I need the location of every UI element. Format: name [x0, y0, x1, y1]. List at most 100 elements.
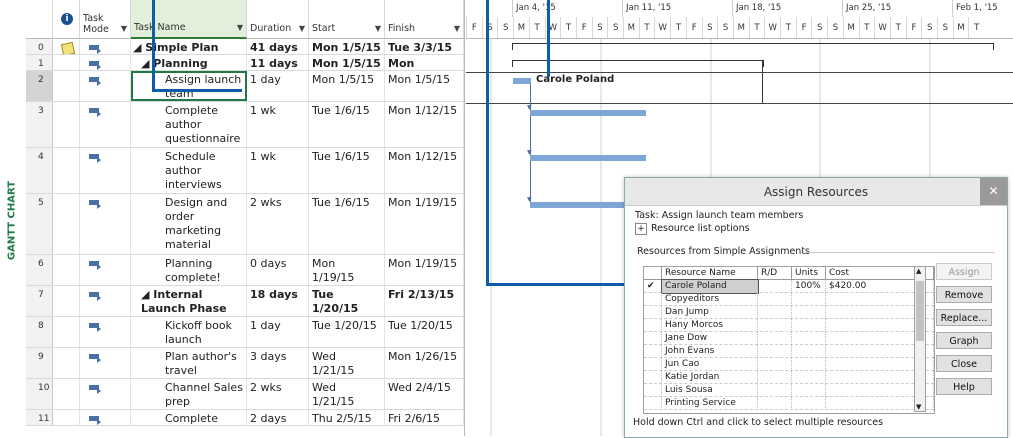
resource-check-cell[interactable] [644, 306, 662, 319]
rd-header[interactable]: R/D [758, 267, 792, 280]
task-mode-cell[interactable] [80, 71, 131, 101]
cell-name[interactable]: Channel Sales prep [131, 379, 247, 409]
select-all-corner[interactable] [26, 0, 53, 39]
task-mode-header[interactable]: Task Mode ▼ [80, 0, 131, 39]
task-mode-cell[interactable] [80, 410, 131, 425]
table-row[interactable]: 10 Channel Sales prep 2 wks Wed 1/21/15 Wed … [26, 379, 464, 410]
chevron-down-icon[interactable]: ▼ [299, 24, 305, 33]
resource-rd-cell[interactable] [758, 306, 792, 319]
task-bar-marketing[interactable] [530, 202, 630, 208]
note-icon[interactable] [60, 41, 76, 54]
cell-duration[interactable]: 2 wks [247, 194, 309, 254]
cell-start[interactable]: Tue 1/6/15 [309, 148, 385, 193]
task-mode-cell[interactable] [80, 39, 131, 54]
task-mode-cell[interactable] [80, 55, 131, 70]
task-mode-cell[interactable] [80, 317, 131, 347]
chevron-down-icon[interactable]: ▼ [121, 24, 127, 33]
resource-name-cell[interactable]: Copyeditors [662, 293, 758, 306]
close-icon[interactable]: ✕ [980, 178, 1007, 205]
resource-list-options[interactable]: Resource list options [651, 223, 750, 234]
resource-row[interactable]: Jun Cao [644, 358, 934, 371]
resource-name-cell[interactable]: Luis Sousa [662, 384, 758, 397]
cell-start[interactable]: Mon 1/5/15 [309, 55, 385, 70]
resource-name-cell[interactable]: Hany Morcos [662, 319, 758, 332]
resource-check-cell[interactable] [644, 371, 662, 384]
resource-rd-cell[interactable] [758, 397, 792, 410]
resource-table[interactable]: Resource Name R/D Units Cost ✔ Carole Pol… [643, 266, 935, 414]
resource-rd-cell[interactable] [758, 345, 792, 358]
row-number[interactable]: 5 [26, 194, 53, 254]
expand-icon[interactable]: + [635, 223, 647, 235]
start-header[interactable]: Start ▼ [309, 0, 385, 39]
cell-finish[interactable]: Tue 3/3/15 [385, 39, 464, 54]
resource-name-cell[interactable]: John Evans [662, 345, 758, 358]
cell-finish[interactable]: Mon 1/26/15 [385, 348, 464, 378]
chevron-down-icon[interactable]: ▼ [916, 403, 921, 411]
resource-units-cell[interactable]: 100% [792, 280, 826, 293]
resource-rd-cell[interactable] [758, 358, 792, 371]
resource-check-cell[interactable] [644, 397, 662, 410]
indicator-cell[interactable] [53, 39, 80, 54]
resource-row[interactable]: Printing Service [644, 397, 934, 410]
indicator-cell[interactable] [53, 410, 80, 425]
finish-header[interactable]: Finish ▼ [385, 0, 464, 39]
cell-name[interactable]: Design and order marketing material [131, 194, 247, 254]
graph-button[interactable]: Graph [936, 332, 992, 349]
table-row[interactable]: 4 Schedule author interviews 1 wk Tue 1/6/1… [26, 148, 464, 194]
indicators-header[interactable]: i [53, 0, 80, 39]
cell-name[interactable]: Complete author questionnaire [131, 102, 247, 147]
cell-finish[interactable]: Mon 1/12/15 [385, 102, 464, 147]
cell-finish[interactable]: Tue 1/20/15 [385, 317, 464, 347]
indicator-cell[interactable] [53, 102, 80, 147]
cell-finish[interactable]: Fri 2/6/15 [385, 410, 464, 425]
resource-rd-cell[interactable] [758, 384, 792, 397]
resource-name-cell[interactable]: Jun Cao [662, 358, 758, 371]
resource-units-cell[interactable] [792, 319, 826, 332]
cell-duration[interactable]: 1 wk [247, 148, 309, 193]
cell-start[interactable]: Wed 1/21/15 [309, 379, 385, 409]
table-row[interactable]: 9 Plan author's travel itinerary3 daysWed… [26, 348, 464, 379]
cell-name[interactable]: Assign launch team members [131, 71, 247, 101]
cell-finish[interactable]: Mon 1/19/15 [385, 55, 464, 70]
task-grid[interactable]: i Task Mode ▼ Task Name ▼ Duration ▼ Sta… [26, 0, 465, 436]
cell-finish[interactable]: Mon 1/19/15 [385, 194, 464, 254]
task-mode-cell[interactable] [80, 255, 131, 285]
table-row[interactable]: 7 ◢ Internal Launch Phase 18 days Tue 1/20/… [26, 286, 464, 317]
row-number[interactable]: 7 [26, 286, 53, 316]
row-number[interactable]: 2 [26, 71, 53, 101]
resource-units-cell[interactable] [792, 306, 826, 319]
task-name-header[interactable]: Task Name ▼ [131, 0, 247, 39]
resource-name-cell[interactable]: Dan Jump [662, 306, 758, 319]
row-number[interactable]: 0 [26, 39, 53, 54]
indicator-cell[interactable] [53, 317, 80, 347]
cell-name[interactable]: Complete book [131, 410, 247, 425]
resource-check-cell[interactable] [644, 358, 662, 371]
resource-units-cell[interactable] [792, 293, 826, 306]
row-number[interactable]: 4 [26, 148, 53, 193]
remove-button[interactable]: Remove [936, 286, 992, 303]
table-row[interactable]: 1 ◢ Planning Phase11 daysMon 1/5/15Mon 1/… [26, 55, 464, 71]
resource-table-scrollbar[interactable]: ▲ ▼ [914, 266, 926, 412]
table-row[interactable]: 5 Design and order marketing material 2 wk… [26, 194, 464, 255]
resource-check-cell[interactable] [644, 345, 662, 358]
resource-row[interactable]: Katie Jordan [644, 371, 934, 384]
indicator-cell[interactable] [53, 148, 80, 193]
indicator-cell[interactable] [53, 71, 80, 101]
resource-name-cell[interactable]: Printing Service [662, 397, 758, 410]
cell-duration[interactable]: 2 days [247, 410, 309, 425]
resource-units-cell[interactable] [792, 397, 826, 410]
table-row[interactable]: 3 Complete author questionnaire 1 wk Tue 1/… [26, 102, 464, 148]
resource-row[interactable]: Hany Morcos [644, 319, 934, 332]
resource-rd-cell[interactable] [758, 280, 792, 293]
replace-button[interactable]: Replace... [936, 309, 992, 326]
resource-check-cell[interactable]: ✔ [644, 280, 662, 293]
cell-finish[interactable]: Mon 1/19/15 [385, 255, 464, 285]
cell-duration[interactable]: 1 day [247, 317, 309, 347]
indicator-cell[interactable] [53, 348, 80, 378]
chevron-up-icon[interactable]: ▲ [916, 267, 921, 275]
resource-row[interactable]: Luis Sousa [644, 384, 934, 397]
cell-name[interactable]: Plan author's travel itinerary [131, 348, 247, 378]
cell-start[interactable]: Thu 2/5/15 [309, 410, 385, 425]
resource-check-cell[interactable] [644, 319, 662, 332]
resource-rd-cell[interactable] [758, 293, 792, 306]
